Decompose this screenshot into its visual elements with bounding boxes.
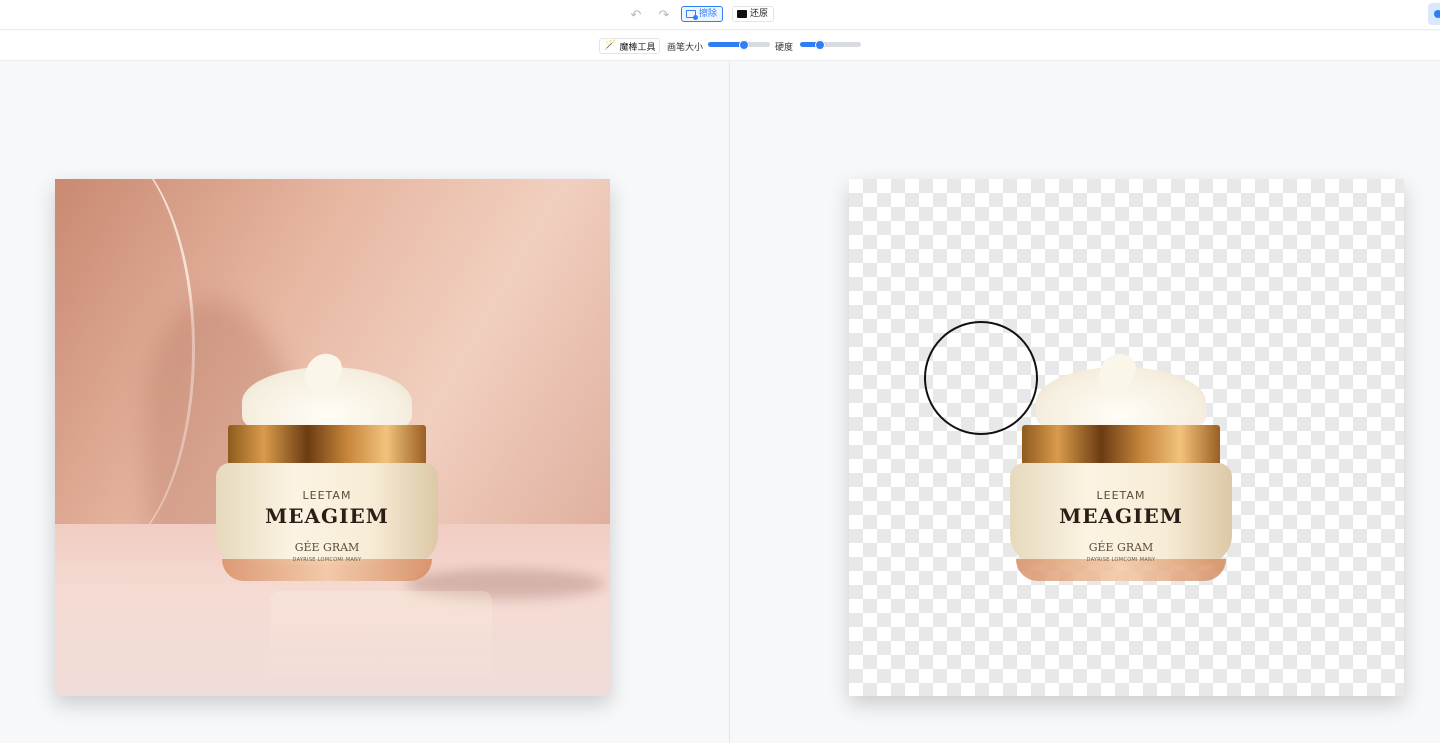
erase-label: 擦除 xyxy=(699,9,718,19)
product-label-line1: LEETAM xyxy=(302,489,352,502)
erase-icon xyxy=(686,10,698,20)
magic-wand-button[interactable]: 🪄 魔棒工具 xyxy=(599,38,661,54)
restore-icon xyxy=(737,10,747,18)
brush-size-handle[interactable] xyxy=(738,39,749,50)
status-dot-icon xyxy=(1434,10,1440,18)
original-image: LEETAM MEAGIEM GÉE GRAM DAYRISE LOMCOMI … xyxy=(55,179,610,696)
undo-icon[interactable]: ↶ xyxy=(627,6,645,24)
hardness-label: 硬度 xyxy=(775,43,794,53)
erase-button[interactable]: 擦除 xyxy=(681,6,724,22)
redo-icon[interactable]: ↷ xyxy=(655,6,673,24)
brush-toolbar: 🪄 魔棒工具 画笔大小 硬度 xyxy=(0,31,1440,61)
brush-size-slider[interactable] xyxy=(708,39,770,50)
restore-button[interactable]: 还原 xyxy=(732,6,775,22)
jar-lid xyxy=(1022,425,1220,467)
jar-lid xyxy=(228,425,426,467)
product-label-line1: LEETAM xyxy=(1096,489,1146,502)
brush-size-label: 画笔大小 xyxy=(667,43,704,53)
product-label-line3: GÉE GRAM xyxy=(294,541,360,554)
magic-wand-label: 魔棒工具 xyxy=(619,42,656,53)
product-label-line4: DAYRISE LOMCOMI MANY xyxy=(292,557,362,563)
hardness-slider[interactable] xyxy=(800,39,861,50)
account-badge[interactable] xyxy=(1428,3,1440,25)
panel-divider xyxy=(729,61,730,743)
cream-jar-cutout: LEETAM MEAGIEM GÉE GRAM DAYRISE LOMCOMI … xyxy=(1010,367,1232,589)
result-canvas[interactable]: LEETAM MEAGIEM GÉE GRAM DAYRISE LOMCOMI … xyxy=(849,179,1404,696)
top-toolbar: ↶ ↷ 擦除 还原 xyxy=(0,0,1440,30)
product-label-brand: MEAGIEM xyxy=(265,504,389,528)
hardness-handle[interactable] xyxy=(814,39,825,50)
magic-wand-icon: 🪄 xyxy=(604,40,617,51)
product-label-line3: GÉE GRAM xyxy=(1088,541,1154,554)
cream-jar: LEETAM MEAGIEM GÉE GRAM DAYRISE LOMCOMI … xyxy=(216,367,438,589)
restore-label: 还原 xyxy=(750,9,769,19)
product-label-brand: MEAGIEM xyxy=(1059,504,1183,528)
product-label-line4: DAYRISE LOMCOMI MANY xyxy=(1086,557,1156,563)
jar-reflection xyxy=(270,591,492,691)
